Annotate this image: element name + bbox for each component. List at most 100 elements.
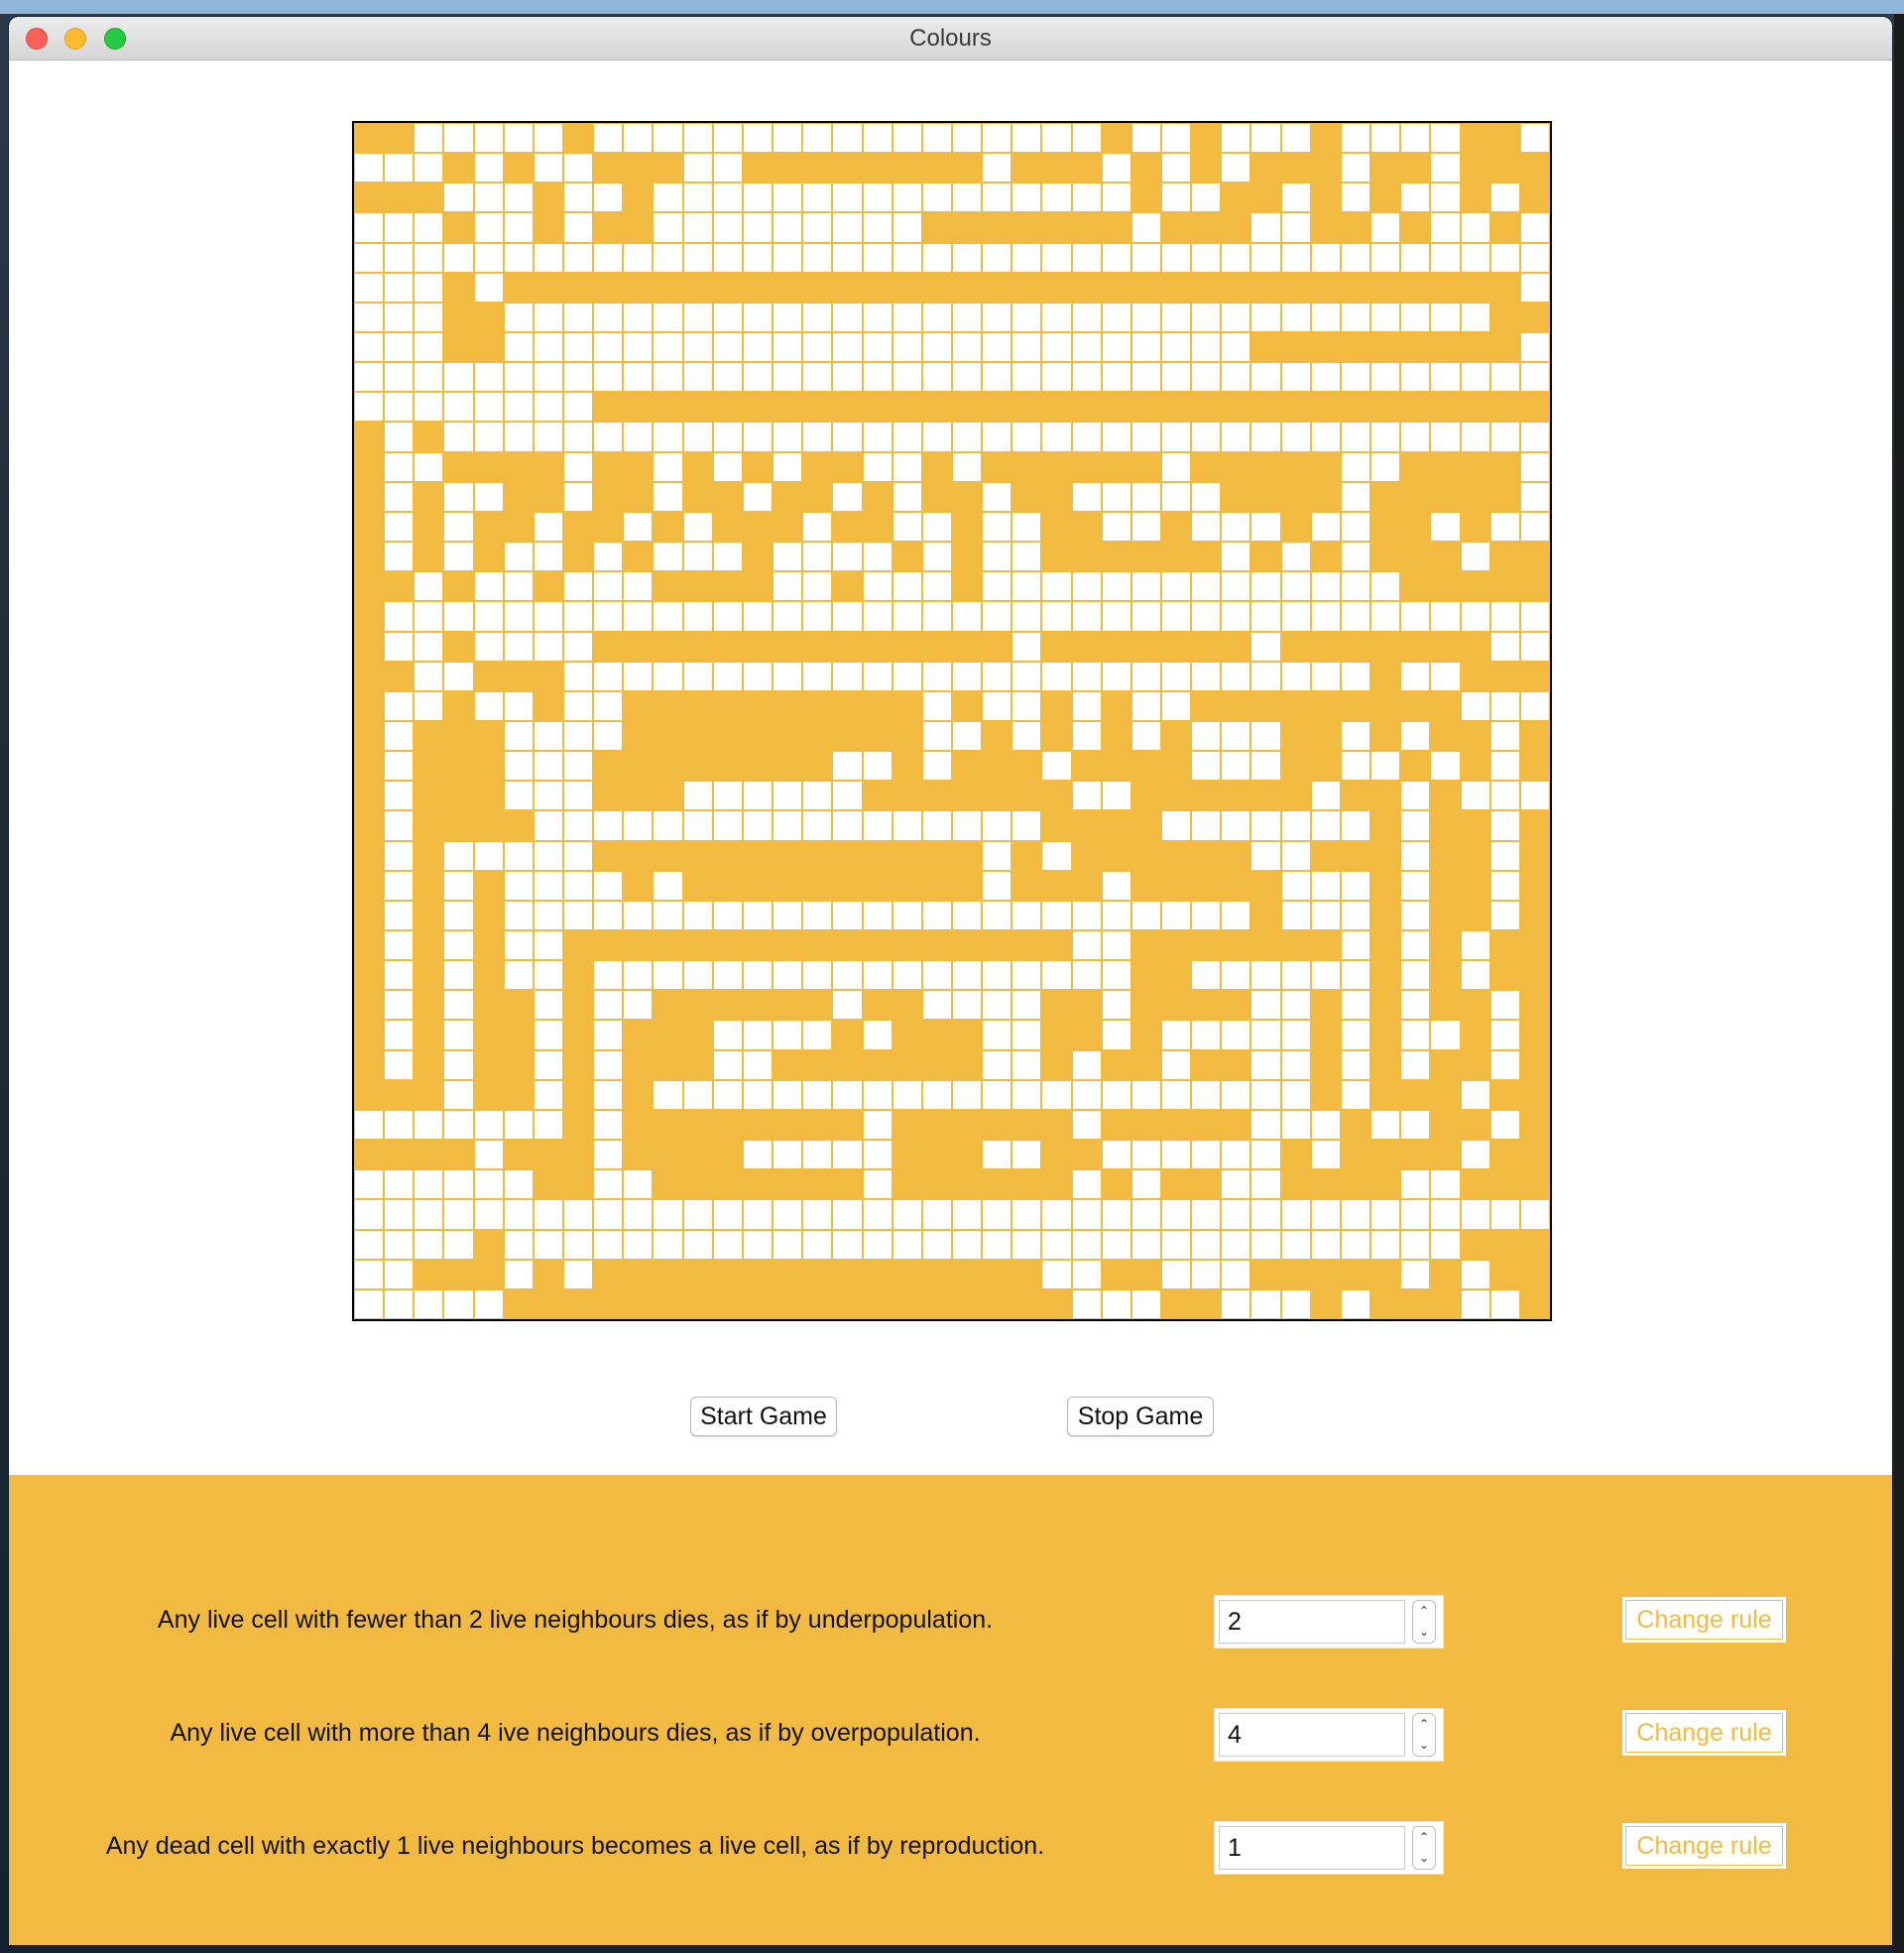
board-cell[interactable] bbox=[1370, 840, 1401, 871]
board-cell[interactable] bbox=[862, 242, 892, 273]
board-cell[interactable] bbox=[503, 302, 534, 333]
board-cell[interactable] bbox=[533, 631, 564, 662]
board-cell[interactable] bbox=[623, 1049, 654, 1080]
board-cell[interactable] bbox=[951, 601, 983, 632]
board-cell[interactable] bbox=[533, 1079, 564, 1110]
board-cell[interactable] bbox=[1489, 153, 1520, 183]
board-cell[interactable] bbox=[384, 183, 415, 213]
board-cell[interactable] bbox=[892, 1199, 922, 1230]
board-cell[interactable] bbox=[1340, 960, 1371, 991]
board-cell[interactable] bbox=[1489, 840, 1520, 871]
board-cell[interactable] bbox=[1460, 362, 1490, 393]
board-cell[interactable] bbox=[623, 990, 654, 1021]
board-cell[interactable] bbox=[1489, 960, 1520, 991]
board-cell[interactable] bbox=[1280, 1109, 1311, 1141]
board-cell[interactable] bbox=[354, 1049, 385, 1080]
stepper[interactable]: ⌃ ⌄ bbox=[1412, 1713, 1436, 1757]
board-cell[interactable] bbox=[1460, 720, 1490, 752]
board-cell[interactable] bbox=[473, 362, 504, 393]
board-cell[interactable] bbox=[892, 153, 922, 183]
board-cell[interactable] bbox=[593, 1020, 624, 1050]
board-cell[interactable] bbox=[533, 870, 564, 901]
board-cell[interactable] bbox=[1250, 930, 1281, 961]
board-cell[interactable] bbox=[802, 1259, 833, 1289]
board-cell[interactable] bbox=[1489, 1140, 1520, 1170]
board-cell[interactable] bbox=[682, 362, 713, 393]
board-cell[interactable] bbox=[623, 601, 654, 632]
board-cell[interactable] bbox=[1041, 840, 1072, 871]
board-cell[interactable] bbox=[712, 212, 743, 243]
board-cell[interactable] bbox=[982, 781, 1012, 811]
change-rule-button[interactable]: Change rule bbox=[1622, 1823, 1786, 1869]
board-cell[interactable] bbox=[1101, 930, 1131, 961]
board-cell[interactable] bbox=[1071, 332, 1102, 363]
board-cell[interactable] bbox=[1012, 900, 1042, 931]
board-cell[interactable] bbox=[1101, 1049, 1131, 1080]
board-cell[interactable] bbox=[682, 960, 713, 991]
board-cell[interactable] bbox=[473, 840, 504, 871]
board-cell[interactable] bbox=[982, 930, 1012, 961]
board-cell[interactable] bbox=[593, 1288, 624, 1319]
board-cell[interactable] bbox=[1460, 392, 1490, 423]
board-cell[interactable] bbox=[712, 900, 743, 931]
board-cell[interactable] bbox=[1400, 542, 1431, 572]
board-cell[interactable] bbox=[921, 392, 952, 423]
board-cell[interactable] bbox=[443, 1079, 474, 1110]
board-cell[interactable] bbox=[1310, 1229, 1341, 1260]
board-cell[interactable] bbox=[503, 332, 534, 363]
board-cell[interactable] bbox=[1400, 781, 1431, 811]
board-cell[interactable] bbox=[563, 601, 594, 632]
board-cell[interactable] bbox=[921, 781, 952, 811]
board-cell[interactable] bbox=[802, 690, 833, 721]
board-cell[interactable] bbox=[384, 481, 415, 512]
board-cell[interactable] bbox=[1370, 183, 1401, 213]
board-cell[interactable] bbox=[1370, 1169, 1401, 1200]
board-cell[interactable] bbox=[773, 870, 803, 901]
board-cell[interactable] bbox=[593, 1259, 624, 1289]
board-cell[interactable] bbox=[982, 392, 1012, 423]
board-cell[interactable] bbox=[802, 571, 833, 602]
board-cell[interactable] bbox=[1519, 1199, 1550, 1230]
board-cell[interactable] bbox=[982, 1049, 1012, 1080]
board-cell[interactable] bbox=[1071, 153, 1102, 183]
board-cell[interactable] bbox=[1221, 661, 1251, 691]
board-cell[interactable] bbox=[1430, 900, 1461, 931]
board-cell[interactable] bbox=[1071, 362, 1102, 393]
board-cell[interactable] bbox=[1280, 810, 1311, 841]
board-cell[interactable] bbox=[1221, 362, 1251, 393]
board-cell[interactable] bbox=[832, 272, 863, 303]
board-cell[interactable] bbox=[1250, 720, 1281, 752]
board-cell[interactable] bbox=[1250, 810, 1281, 841]
board-cell[interactable] bbox=[802, 1079, 833, 1110]
board-cell[interactable] bbox=[1191, 840, 1222, 871]
board-cell[interactable] bbox=[1071, 930, 1102, 961]
board-cell[interactable] bbox=[1191, 362, 1222, 393]
board-cell[interactable] bbox=[1191, 990, 1222, 1021]
board-cell[interactable] bbox=[1191, 1079, 1222, 1110]
board-cell[interactable] bbox=[862, 661, 892, 691]
board-cell[interactable] bbox=[712, 542, 743, 572]
board-cell[interactable] bbox=[1400, 362, 1431, 393]
board-cell[interactable] bbox=[712, 1049, 743, 1080]
board-cell[interactable] bbox=[1012, 212, 1042, 243]
board-cell[interactable] bbox=[1161, 153, 1192, 183]
board-cell[interactable] bbox=[1130, 990, 1162, 1021]
board-cell[interactable] bbox=[1460, 153, 1490, 183]
board-cell[interactable] bbox=[1130, 840, 1162, 871]
board-cell[interactable] bbox=[653, 840, 683, 871]
board-cell[interactable] bbox=[1519, 542, 1550, 572]
board-cell[interactable] bbox=[682, 422, 713, 452]
board-cell[interactable] bbox=[892, 542, 922, 572]
board-cell[interactable] bbox=[1430, 1288, 1461, 1319]
board-cell[interactable] bbox=[1370, 123, 1401, 154]
board-cell[interactable] bbox=[533, 481, 564, 512]
board-cell[interactable] bbox=[1460, 542, 1490, 572]
board-cell[interactable] bbox=[712, 571, 743, 602]
board-cell[interactable] bbox=[1400, 183, 1431, 213]
board-cell[interactable] bbox=[653, 720, 683, 752]
board-cell[interactable] bbox=[384, 451, 415, 482]
board-cell[interactable] bbox=[384, 900, 415, 931]
board-cell[interactable] bbox=[1191, 751, 1222, 782]
board-cell[interactable] bbox=[533, 810, 564, 841]
board-cell[interactable] bbox=[1012, 362, 1042, 393]
